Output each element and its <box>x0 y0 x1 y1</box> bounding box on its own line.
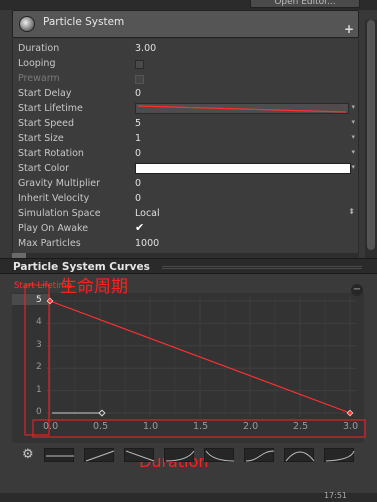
start-lifetime-curve-preview <box>138 105 346 113</box>
start-size-field[interactable]: 1 <box>135 133 141 144</box>
vertical-scrollbar-thumb[interactable] <box>367 20 375 250</box>
bottom-status-bar: 17:51 <box>0 491 377 502</box>
dropdown-arrow-icon[interactable]: ▾ <box>351 148 355 156</box>
x-tick-label: 2.0 <box>243 421 259 432</box>
prop-label: Start Delay <box>18 88 72 99</box>
curves-panel: Start Lifetime 生命周期 − 543210 0.0 0.5 1.0 1.… <box>0 275 377 502</box>
prop-label: Prewarm <box>18 73 60 84</box>
max-particles-field[interactable]: 1000 <box>135 238 159 249</box>
curve-preset-ease-in-out[interactable] <box>244 448 275 462</box>
y-tick-label: 4 <box>36 317 42 328</box>
looping-checkbox[interactable] <box>135 60 144 69</box>
clock-text: 17:51 <box>323 491 347 500</box>
particle-system-module-header[interactable]: Particle System + <box>12 10 359 38</box>
y-max-highlight <box>12 294 50 305</box>
x-tick-label: 3.0 <box>343 421 359 432</box>
y-tick-label: 3 <box>36 339 42 350</box>
x-tick-label: 1.5 <box>193 421 209 432</box>
prop-label: Play On Awake <box>18 223 89 234</box>
y-tick-label: 2 <box>36 362 42 373</box>
prop-label: Simulation Space <box>18 208 101 219</box>
select-updown-icon[interactable]: ⬍ <box>348 207 355 216</box>
top-strip: Open Editor... <box>0 0 377 10</box>
prop-label: Gravity Multiplier <box>18 178 100 189</box>
start-delay-field[interactable]: 0 <box>135 88 141 99</box>
particle-system-icon <box>19 16 35 32</box>
vertical-scrollbar[interactable] <box>365 20 377 260</box>
curve-preset-linear-up[interactable] <box>84 448 115 462</box>
prop-row-start-delay: Start Delay 0 <box>13 86 360 101</box>
prewarm-checkbox <box>135 75 144 84</box>
open-editor-button[interactable]: Open Editor... <box>250 0 360 8</box>
prop-label: Start Color <box>18 163 70 174</box>
dropdown-arrow-icon[interactable]: ▾ <box>351 133 355 141</box>
prop-row-inherit-velocity: Inherit Velocity 0 <box>13 191 360 206</box>
prop-row-start-size: Start Size 1 ▾ <box>13 131 360 146</box>
dropdown-arrow-icon[interactable]: ▾ <box>351 118 355 126</box>
prop-row-duration: Duration 3.00 <box>13 41 360 56</box>
dropdown-arrow-icon[interactable]: ▾ <box>351 163 355 171</box>
prop-row-prewarm: Prewarm <box>13 71 360 86</box>
particle-system-properties: Duration 3.00 Looping Prewarm Start Dela… <box>12 39 359 255</box>
prop-row-start-speed: Start Speed 5 ▾ <box>13 116 360 131</box>
prop-row-looping: Looping <box>13 56 360 71</box>
prop-row-play-on-awake: Play On Awake ✔ <box>13 221 360 236</box>
settings-gear-icon[interactable]: ⚙ <box>22 447 34 462</box>
lifetime-annotation: 生命周期 <box>60 277 128 297</box>
start-lifetime-curve-field[interactable] <box>135 103 349 114</box>
play-on-awake-checkbox[interactable]: ✔ <box>135 222 144 233</box>
start-color-swatch[interactable] <box>135 163 351 174</box>
curve-preset-ease-out[interactable] <box>204 448 235 462</box>
prop-label: Inherit Velocity <box>18 193 90 204</box>
curve-preset-bell[interactable] <box>284 448 315 462</box>
prop-label: Looping <box>18 58 56 69</box>
resize-grip[interactable] <box>162 266 362 269</box>
simulation-space-select[interactable]: Local <box>135 208 160 219</box>
curve-preset-linear-down[interactable] <box>124 448 155 462</box>
y-tick-label: 0 <box>36 407 42 417</box>
duration-field[interactable]: 3.00 <box>135 43 156 54</box>
prop-label: Max Particles <box>18 238 81 249</box>
x-tick-label: 0.5 <box>93 421 109 432</box>
prop-row-gravity-multiplier: Gravity Multiplier 0 <box>13 176 360 191</box>
prop-row-start-lifetime: Start Lifetime ▾ <box>13 101 360 116</box>
start-rotation-field[interactable]: 0 <box>135 148 141 159</box>
prop-label: Duration <box>18 43 60 54</box>
prop-row-simulation-space: Simulation Space Local ⬍ <box>13 206 360 221</box>
curves-panel-header[interactable]: Particle System Curves <box>0 258 377 274</box>
y-tick-label: 1 <box>36 384 42 395</box>
prop-label: Start Size <box>18 133 64 144</box>
add-module-icon[interactable]: + <box>344 23 354 35</box>
remove-curve-button[interactable]: − <box>351 284 363 296</box>
prop-row-start-rotation: Start Rotation 0 ▾ <box>13 146 360 161</box>
prop-label: Start Lifetime <box>18 103 83 114</box>
gravity-multiplier-field[interactable]: 0 <box>135 178 141 189</box>
curve-preset-flat[interactable] <box>44 448 74 462</box>
module-title: Particle System <box>43 16 125 28</box>
prop-label: Start Speed <box>18 118 75 129</box>
prop-label: Start Rotation <box>18 148 84 159</box>
x-tick-label: 2.5 <box>293 421 309 432</box>
y-tick-label: 5 <box>36 295 42 305</box>
x-tick-label: 0.0 <box>43 421 59 432</box>
x-tick-label: 1.0 <box>143 421 159 432</box>
start-speed-field[interactable]: 5 <box>135 118 141 129</box>
prop-row-start-color: Start Color ▾ <box>13 161 360 176</box>
dropdown-arrow-icon[interactable]: ▾ <box>351 103 355 111</box>
prop-row-max-particles: Max Particles 1000 <box>13 236 360 251</box>
inherit-velocity-field[interactable]: 0 <box>135 193 141 204</box>
curve-preset-step[interactable] <box>324 448 355 462</box>
curve-preset-ease-in[interactable] <box>164 448 195 462</box>
